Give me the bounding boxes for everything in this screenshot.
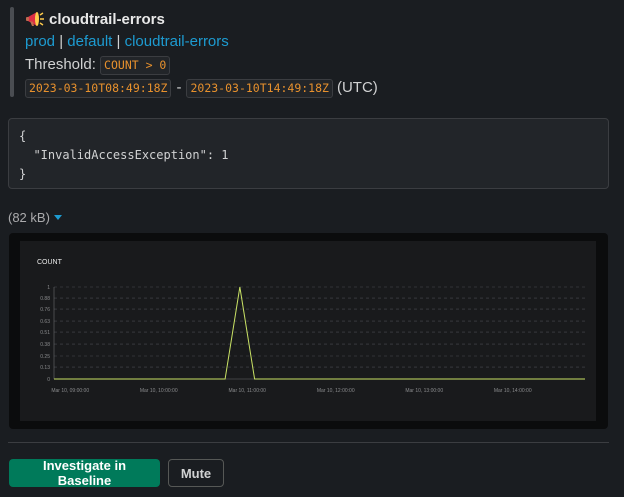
count-chart: COUNT 0 0.13 0.25 0.38 0.51 0.63 0.76 0.88 1 Mar 1… — [37, 259, 585, 394]
x-tick-label: Mar 10, 10:00:00 — [140, 388, 178, 394]
title-row: cloudtrail-errors — [25, 8, 378, 30]
breadcrumb: prod | default | cloudtrail-errors — [25, 31, 378, 53]
y-tick-label: 0.25 — [40, 354, 50, 360]
alert-title: cloudtrail-errors — [49, 10, 165, 28]
threshold-value: COUNT > 0 — [100, 55, 171, 75]
json-output: { "InvalidAccessException": 1 } — [8, 118, 609, 189]
x-tick-label: Mar 10, 09:00:00 — [51, 388, 89, 394]
y-tick-label: 0.76 — [40, 307, 50, 313]
y-tick-label: 0.51 — [40, 330, 50, 336]
y-tick-label: 0.38 — [40, 342, 50, 348]
attachment-size: (82 kB) — [8, 210, 50, 225]
x-tick-label: Mar 10, 14:00:00 — [494, 388, 532, 394]
mute-button[interactable]: Mute — [168, 459, 224, 487]
threshold-row: Threshold: COUNT > 0 — [25, 54, 378, 76]
link-env[interactable]: prod — [25, 33, 55, 50]
y-tick-label: 0.63 — [40, 319, 50, 325]
x-tick-label: Mar 10, 12:00:00 — [317, 388, 355, 394]
y-tick-label: 0 — [47, 377, 50, 383]
time-end: 2023-03-10T14:49:18Z — [186, 78, 333, 98]
attachment-size-toggle[interactable]: (82 kB) — [8, 210, 62, 225]
link-alert[interactable]: cloudtrail-errors — [125, 33, 229, 50]
time-start: 2023-03-10T08:49:18Z — [25, 78, 172, 98]
link-namespace[interactable]: default — [67, 33, 112, 50]
chart-image[interactable]: COUNT 0 0.13 0.25 0.38 0.51 0.63 0.76 0.88 1 Mar 1… — [9, 233, 608, 429]
attachment-bar — [10, 7, 14, 97]
investigate-button[interactable]: Investigate in Baseline — [9, 458, 160, 488]
time-range: 2023-03-10T08:49:18Z - 2023-03-10T14:49:… — [25, 77, 378, 99]
timezone-label: (UTC) — [336, 79, 378, 96]
threshold-label: Threshold: — [25, 56, 96, 73]
caret-down-icon — [53, 215, 62, 220]
divider — [8, 442, 609, 443]
x-tick-label: Mar 10, 11:00:00 — [229, 388, 267, 394]
x-tick-label: Mar 10, 13:00:00 — [405, 388, 443, 394]
message-header: cloudtrail-errors prod | default | cloud… — [25, 8, 378, 99]
y-tick-label: 1 — [47, 285, 50, 291]
time-separator: - — [176, 79, 182, 96]
megaphone-icon — [26, 12, 44, 26]
link-separator: | — [59, 33, 64, 50]
chart-title: COUNT — [37, 259, 63, 266]
y-tick-label: 0.88 — [40, 296, 50, 302]
y-tick-label: 0.13 — [40, 365, 50, 371]
chart-canvas: COUNT 0 0.13 0.25 0.38 0.51 0.63 0.76 0.88 1 Mar 1… — [20, 241, 596, 421]
series-line — [54, 286, 585, 380]
link-separator: | — [116, 33, 121, 50]
